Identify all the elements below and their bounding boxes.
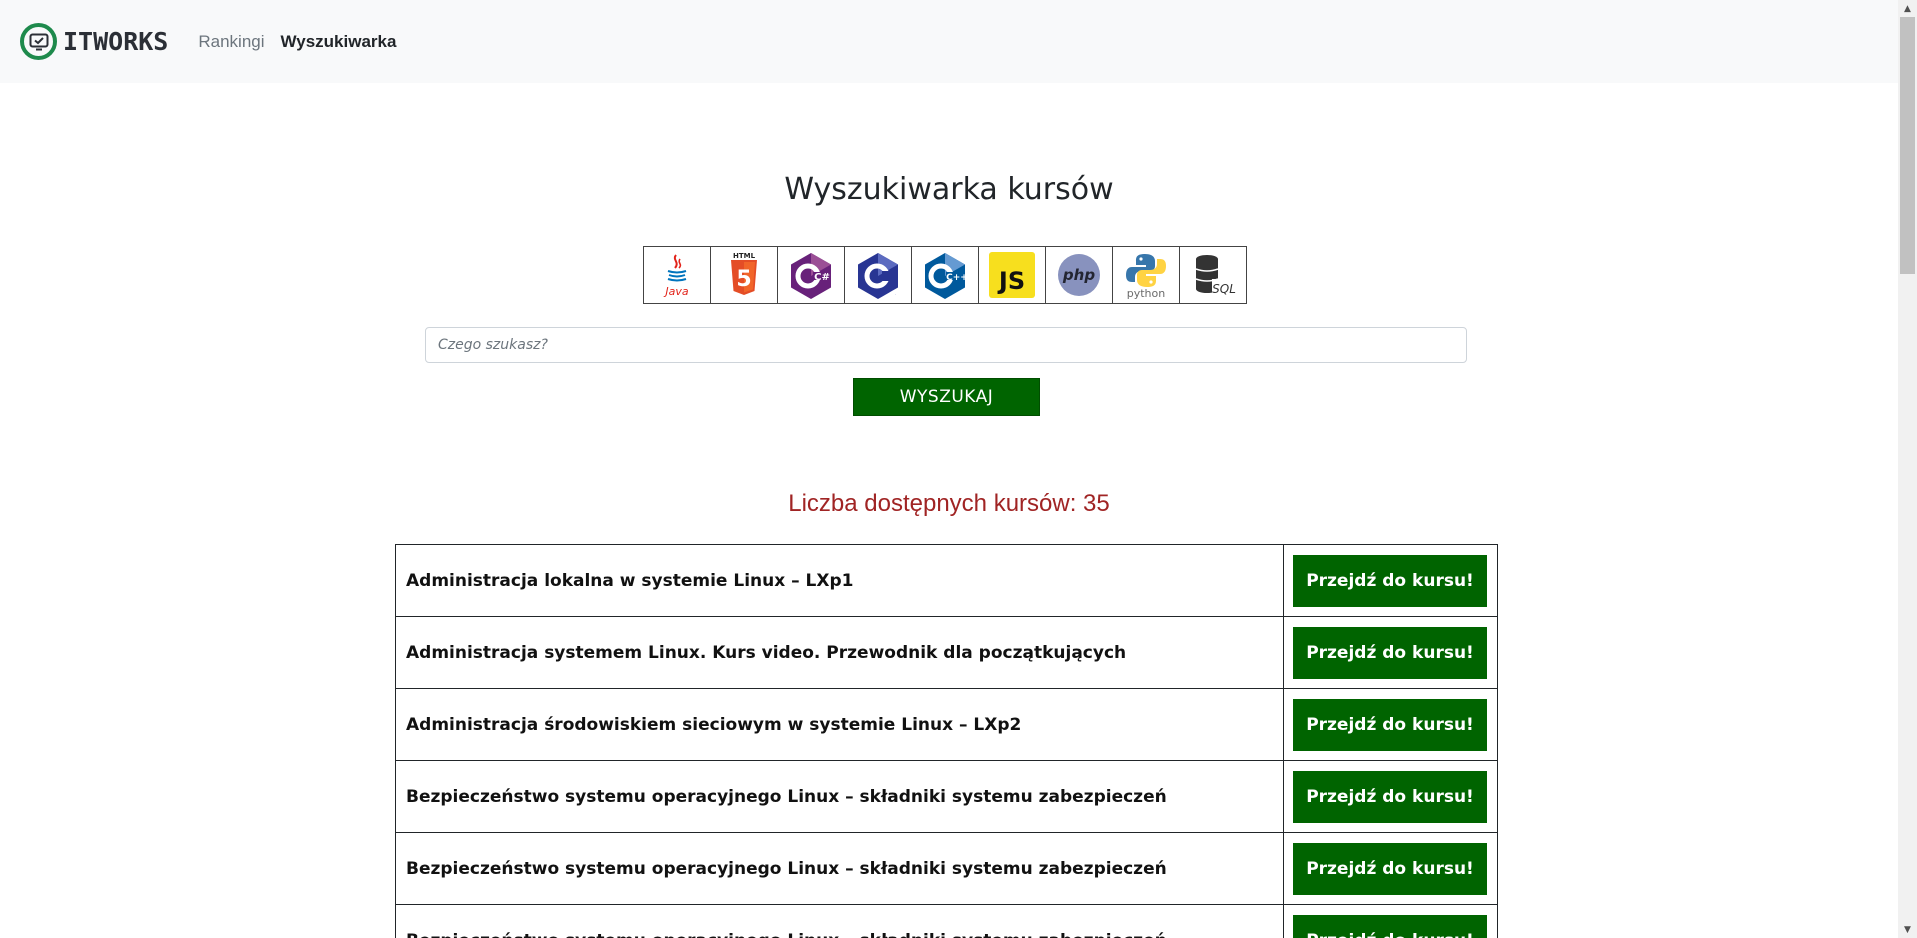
language-button-c[interactable]: C (844, 246, 912, 304)
go-to-course-button[interactable]: Przejdź do kursu! (1293, 914, 1487, 938)
go-to-course-button[interactable]: Przejdź do kursu! (1293, 554, 1487, 607)
svg-text:5: 5 (736, 267, 751, 292)
course-count: Liczba dostępnych kursów: 35 (788, 490, 1110, 517)
go-to-course-button[interactable]: Przejdź do kursu! (1293, 626, 1487, 679)
language-button-csharp[interactable]: C# (777, 246, 845, 304)
vertical-scrollbar[interactable]: ▲ ▼ (1898, 0, 1917, 938)
html5-icon-label: HTML (733, 252, 756, 260)
course-title: Administracja systemem Linux. Kurs video… (395, 616, 1284, 689)
language-filter-bar: Java HTML 5 C# C C++ JS php python SQL (643, 246, 1247, 304)
page-title: Wyszukiwarka kursów (784, 172, 1114, 207)
nav-link-rankingi[interactable]: Rankingi (198, 32, 264, 52)
table-row: Bezpieczeństwo systemu operacyjnego Linu… (395, 904, 1498, 938)
python-icon: python (1121, 251, 1171, 299)
nav-link-wyszukiwarka[interactable]: Wyszukiwarka (281, 32, 397, 52)
course-title: Administracja środowiskiem sieciowym w s… (395, 688, 1284, 761)
course-title: Bezpieczeństwo systemu operacyjnego Linu… (395, 904, 1284, 938)
csharp-icon: C# (788, 251, 834, 299)
table-row: Bezpieczeństwo systemu operacyjnego Linu… (395, 760, 1498, 833)
search-input[interactable] (425, 327, 1467, 363)
java-icon: Java (660, 251, 694, 299)
language-button-java[interactable]: Java (643, 246, 711, 304)
sql-icon-label: SQL (1212, 282, 1236, 296)
go-to-course-button[interactable]: Przejdź do kursu! (1293, 770, 1487, 823)
brand-logo-link[interactable]: ITWORKS (20, 23, 168, 60)
brand-name: ITWORKS (63, 27, 169, 56)
scroll-up-arrow-icon[interactable]: ▲ (1898, 0, 1917, 17)
php-icon-label: php (1062, 266, 1095, 284)
table-row: Bezpieczeństwo systemu operacyjnego Linu… (395, 832, 1498, 905)
html5-icon: HTML 5 (727, 251, 761, 299)
sql-icon: SQL (1190, 251, 1236, 299)
cplusplus-icon-label: C++ (946, 273, 968, 283)
go-to-course-button[interactable]: Przejdź do kursu! (1293, 698, 1487, 751)
cplusplus-icon: C++ (922, 251, 968, 299)
top-navbar: ITWORKS Rankingi Wyszukiwarka (0, 0, 1898, 83)
language-button-python[interactable]: python (1112, 246, 1180, 304)
javascript-icon: JS (989, 252, 1035, 298)
monitor-icon (20, 23, 57, 60)
scroll-down-arrow-icon[interactable]: ▼ (1898, 921, 1917, 938)
table-row: Administracja środowiskiem sieciowym w s… (395, 688, 1498, 761)
table-row: Administracja lokalna w systemie Linux –… (395, 544, 1498, 617)
python-icon-label: python (1127, 287, 1166, 299)
scrollbar-thumb[interactable] (1900, 17, 1915, 274)
c-icon: C (855, 251, 901, 299)
course-title: Bezpieczeństwo systemu operacyjnego Linu… (395, 832, 1284, 905)
c-icon-label: C (895, 294, 896, 296)
course-title: Bezpieczeństwo systemu operacyjnego Linu… (395, 760, 1284, 833)
php-icon: php (1056, 252, 1102, 298)
course-title: Administracja lokalna w systemie Linux –… (395, 544, 1284, 617)
language-button-sql[interactable]: SQL (1179, 246, 1247, 304)
table-row: Administracja systemem Linux. Kurs video… (395, 616, 1498, 689)
course-list-table: Administracja lokalna w systemie Linux –… (395, 544, 1498, 938)
language-button-php[interactable]: php (1045, 246, 1113, 304)
language-button-cplusplus[interactable]: C++ (911, 246, 979, 304)
language-button-javascript[interactable]: JS (978, 246, 1046, 304)
csharp-icon-label: C# (814, 272, 830, 283)
language-button-html5[interactable]: HTML 5 (710, 246, 778, 304)
go-to-course-button[interactable]: Przejdź do kursu! (1293, 842, 1487, 895)
java-icon-label: Java (663, 285, 688, 298)
javascript-icon-label: JS (997, 267, 1025, 295)
search-button[interactable]: WYSZUKAJ (853, 378, 1040, 416)
